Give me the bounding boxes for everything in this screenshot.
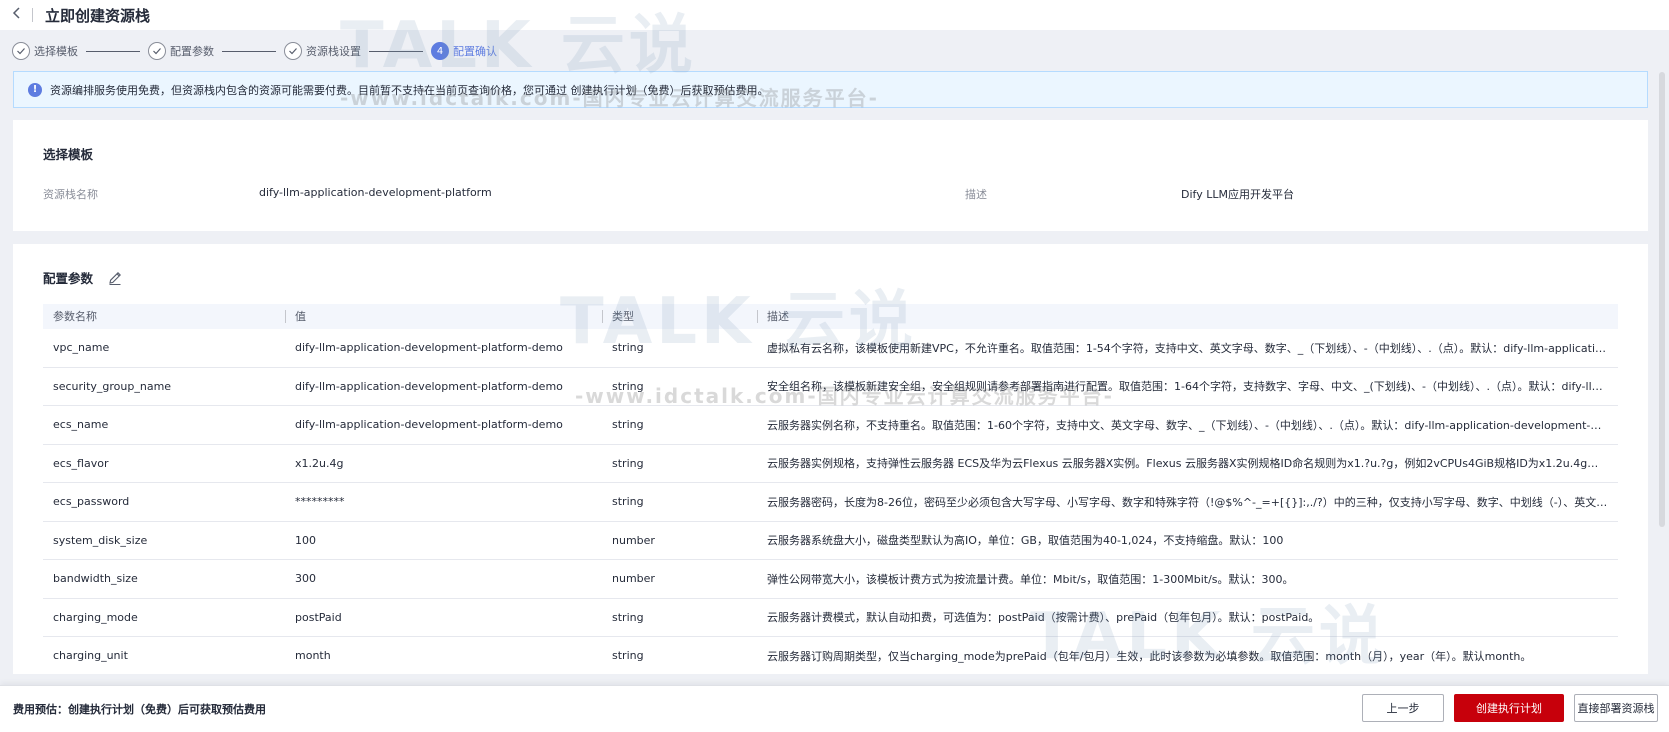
param-name: security_group_name	[53, 379, 172, 393]
param-type: string	[612, 610, 644, 624]
param-name: charging_unit	[53, 649, 128, 663]
param-name: ecs_flavor	[53, 456, 109, 470]
param-type: number	[612, 572, 655, 586]
table-row: ecs_password ********* string 云服务器密码，长度为…	[43, 483, 1618, 522]
param-type: string	[612, 495, 644, 509]
param-value: postPaid	[295, 610, 342, 624]
step-stack-settings[interactable]: 资源栈设置	[284, 42, 361, 60]
param-name: charging_mode	[53, 610, 138, 624]
param-desc: 云服务器计费模式，默认自动扣费，可选值为：postPaid（按需计费）、preP…	[767, 611, 1320, 625]
table-row: vpc_name dify-llm-application-developmen…	[43, 329, 1618, 368]
check-icon	[12, 42, 30, 60]
step-select-template[interactable]: 选择模板	[12, 42, 78, 60]
param-value: 100	[295, 533, 316, 547]
step-connector	[222, 50, 276, 52]
step-label: 配置参数	[170, 45, 214, 58]
param-desc: 弹性公网带宽大小，该模板计费方式为按流量计费。单位：Mbit/s，取值范围：1-…	[767, 572, 1294, 586]
pencil-icon[interactable]	[107, 270, 123, 286]
params-table: 参数名称 值 类型 描述 vpc_name dify-llm-applicati…	[43, 304, 1618, 674]
table-row: charging_unit month string 云服务器订购周期类型，仅当…	[43, 637, 1618, 674]
param-value: *********	[295, 495, 345, 509]
column-header: 值	[285, 304, 602, 329]
param-desc: 云服务器密码，长度为8-26位，密码至少必须包含大写字母、小写字母、数字和特殊字…	[767, 495, 1618, 509]
param-type: string	[612, 649, 644, 663]
param-value: dify-llm-application-development-platfor…	[295, 418, 563, 432]
param-type: string	[612, 456, 644, 470]
chevron-left-icon[interactable]	[12, 7, 22, 23]
column-header: 描述	[757, 304, 1618, 329]
section-title: 配置参数	[43, 271, 94, 286]
page-title: 立即创建资源栈	[45, 6, 151, 25]
param-desc: 云服务器实例规格，支持弹性云服务器 ECS及华为云Flexus 云服务器X实例。…	[767, 457, 1618, 471]
param-type: number	[612, 533, 655, 547]
param-name: vpc_name	[53, 341, 110, 355]
table-row: security_group_name dify-llm-application…	[43, 368, 1618, 406]
table-row: system_disk_size 100 number 云服务器系统盘大小，磁盘…	[43, 522, 1618, 560]
param-name: ecs_password	[53, 495, 130, 509]
alert-text: 资源编排服务使用免费，但资源栈内包含的资源可能需要付费。目前暂不支持在当前页查询…	[50, 83, 769, 97]
param-type: string	[612, 379, 644, 393]
table-row: ecs_name dify-llm-application-developmen…	[43, 406, 1618, 445]
table-header: 参数名称 值 类型 描述	[43, 304, 1618, 329]
param-desc: 虚拟私有云名称，该模板使用新建VPC，不允许重名。取值范围：1-54个字符，支持…	[767, 341, 1618, 355]
divider	[32, 8, 33, 22]
cost-estimate-note: 费用预估：创建执行计划（免费）后可获取预估费用	[13, 703, 266, 716]
param-type: string	[612, 418, 644, 432]
param-value: dify-llm-application-development-platfor…	[295, 379, 563, 393]
param-name: bandwidth_size	[53, 572, 138, 586]
step-label: 配置确认	[453, 45, 497, 58]
info-icon: !	[28, 82, 42, 97]
stack-name-label: 资源栈名称	[43, 188, 98, 201]
check-icon	[284, 42, 302, 60]
footer-bar: 费用预估：创建执行计划（免费）后可获取预估费用 上一步 创建执行计划 直接部署资…	[0, 685, 1669, 732]
column-header: 参数名称	[53, 310, 97, 323]
description-value: Dify LLM应用开发平台	[1181, 188, 1294, 201]
top-bar: 立即创建资源栈	[0, 0, 1669, 30]
check-icon	[148, 42, 166, 60]
step-number: 4	[431, 42, 449, 60]
step-connector	[369, 50, 423, 52]
step-confirm: 4 配置确认	[431, 42, 497, 60]
info-alert: ! 资源编排服务使用免费，但资源栈内包含的资源可能需要付费。目前暂不支持在当前页…	[13, 71, 1648, 108]
param-value: 300	[295, 572, 316, 586]
params-section: 配置参数 参数名称 值 类型 描述 vpc_name dify-llm-appl…	[13, 244, 1648, 674]
deploy-stack-button[interactable]: 直接部署资源栈	[1574, 694, 1658, 722]
param-value: dify-llm-application-development-platfor…	[295, 341, 563, 355]
create-plan-button[interactable]: 创建执行计划	[1454, 694, 1564, 722]
table-row: bandwidth_size 300 number 弹性公网带宽大小，该模板计费…	[43, 560, 1618, 599]
param-value: x1.2u.4g	[295, 456, 344, 470]
param-desc: 云服务器实例名称，不支持重名。取值范围：1-60个字符，支持中文、英文字母、数字…	[767, 418, 1618, 432]
param-desc: 云服务器系统盘大小，磁盘类型默认为高IO，单位：GB，取值范围为40-1,024…	[767, 534, 1284, 548]
step-connector	[86, 50, 140, 52]
table-row: ecs_flavor x1.2u.4g string 云服务器实例规格，支持弹性…	[43, 445, 1618, 483]
step-label: 选择模板	[34, 45, 78, 58]
param-type: string	[612, 341, 644, 355]
param-name: ecs_name	[53, 418, 109, 432]
param-value: month	[295, 649, 331, 663]
stepper: 选择模板 配置参数 资源栈设置 4 配置确认	[12, 40, 497, 62]
stack-name-value: dify-llm-application-development-platfor…	[259, 186, 492, 199]
section-title: 选择模板	[43, 147, 94, 162]
template-section: 选择模板 资源栈名称 dify-llm-application-developm…	[13, 120, 1648, 231]
table-row: charging_mode postPaid string 云服务器计费模式，默…	[43, 599, 1618, 637]
description-label: 描述	[965, 188, 987, 201]
step-label: 资源栈设置	[306, 45, 361, 58]
param-name: system_disk_size	[53, 533, 148, 547]
step-configure-params[interactable]: 配置参数	[148, 42, 214, 60]
param-desc: 安全组名称，该模板新建安全组，安全组规则请参考部署指南进行配置。取值范围：1-6…	[767, 380, 1618, 394]
column-header: 类型	[602, 304, 757, 329]
scrollbar[interactable]	[1659, 72, 1665, 527]
previous-button[interactable]: 上一步	[1362, 694, 1444, 722]
param-desc: 云服务器订购周期类型，仅当charging_mode为prePaid（包年/包月…	[767, 649, 1532, 663]
